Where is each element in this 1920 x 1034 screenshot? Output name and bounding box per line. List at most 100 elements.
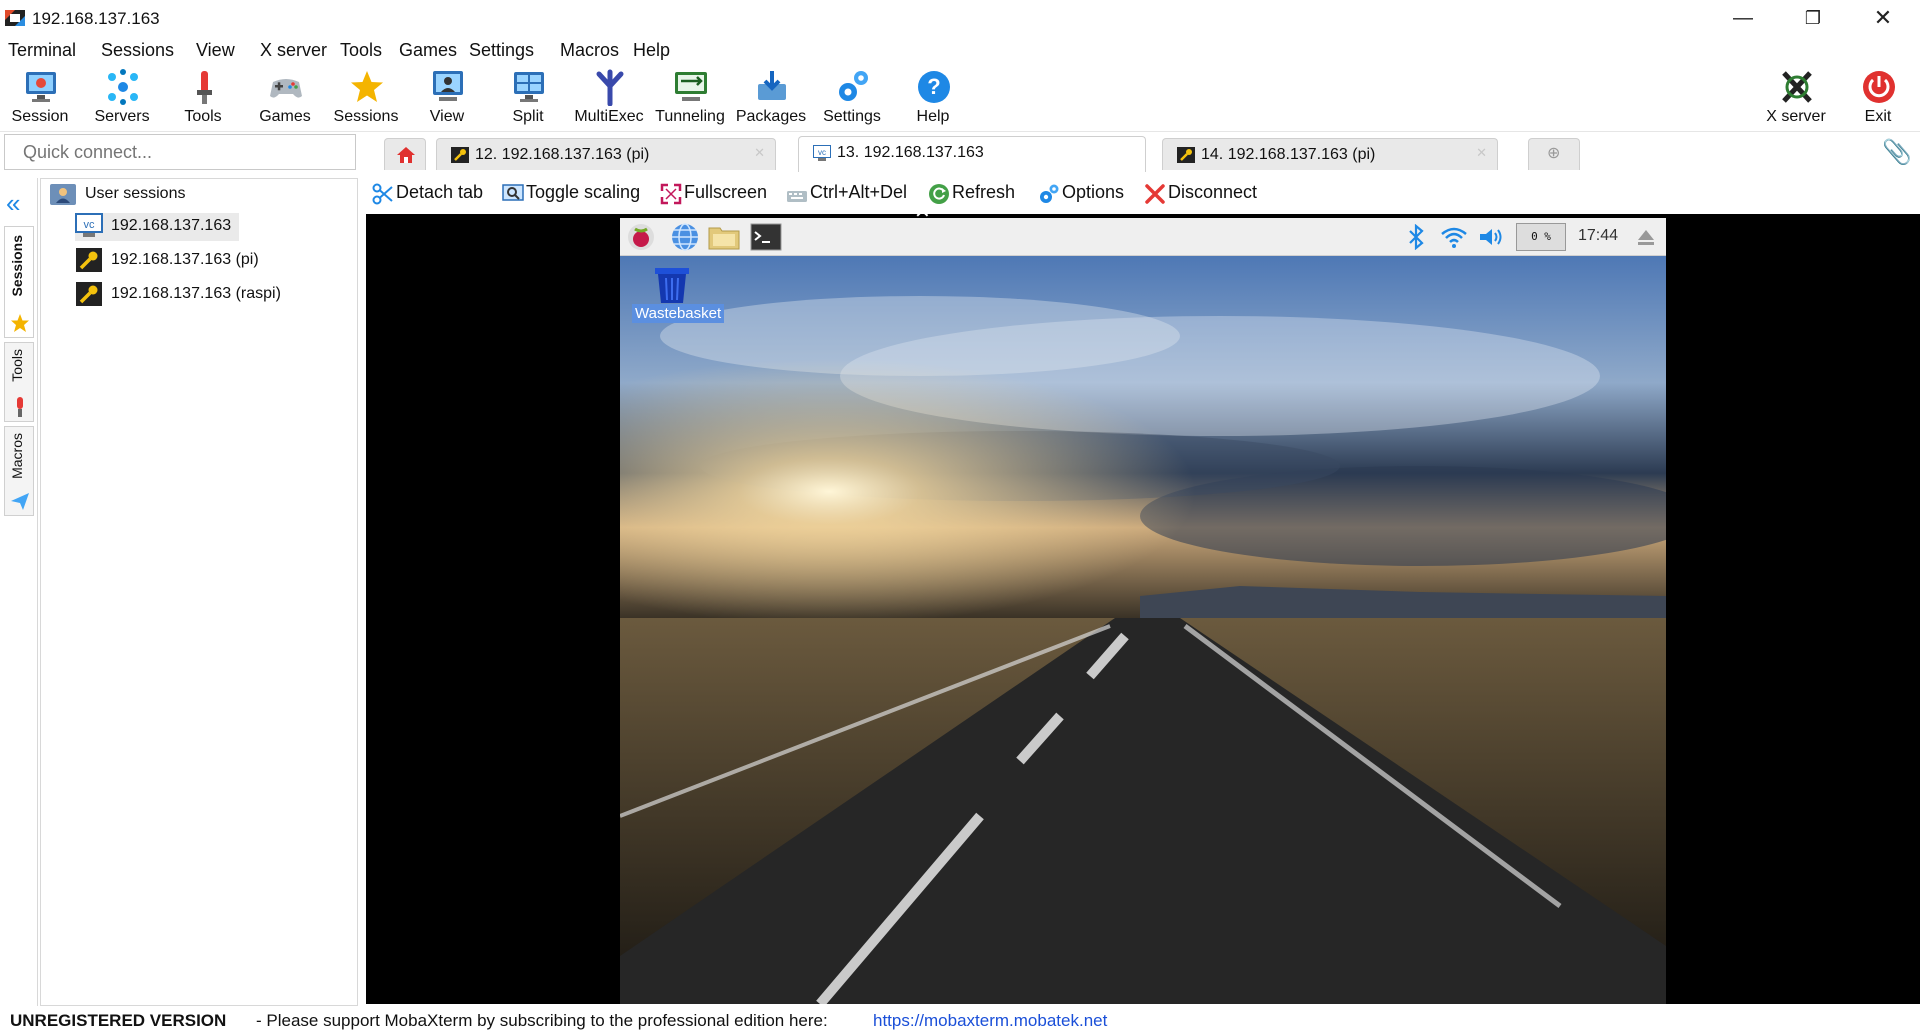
minimize-button[interactable]: — bbox=[1712, 0, 1774, 36]
collapse-panel-icon[interactable]: « bbox=[6, 188, 20, 219]
svg-text:?: ? bbox=[927, 74, 940, 99]
tab-session-12[interactable]: 12. 192.168.137.163 (pi) ✕ bbox=[436, 138, 776, 170]
side-tab-tools[interactable]: Tools bbox=[4, 342, 34, 422]
help-icon: ? bbox=[918, 71, 950, 103]
remote-viewport[interactable]: ✕ 0 % 17:44 Wastebasket bbox=[366, 202, 1920, 1004]
web-browser-icon[interactable] bbox=[670, 222, 700, 252]
servers-button[interactable]: Servers bbox=[82, 66, 162, 130]
x-server-button[interactable]: X server bbox=[1756, 66, 1836, 130]
options-label: Options bbox=[1062, 182, 1125, 202]
tab-session-13[interactable]: vc 13. 192.168.137.163 bbox=[798, 136, 1146, 172]
ssh-key-icon bbox=[451, 147, 469, 163]
session-button[interactable]: Session bbox=[0, 66, 80, 130]
tree-root-label: User sessions bbox=[85, 185, 186, 202]
disconnect-x-icon bbox=[1145, 184, 1165, 204]
tools-icon bbox=[17, 397, 23, 417]
exit-label: Exit bbox=[1864, 108, 1892, 125]
split-button[interactable]: Split bbox=[488, 66, 568, 130]
close-icon: ✕ bbox=[1873, 5, 1893, 30]
cpu-monitor: 0 % bbox=[1516, 223, 1566, 251]
refresh-icon bbox=[929, 184, 949, 204]
bluetooth-icon[interactable] bbox=[1406, 224, 1426, 250]
servers-network-icon bbox=[108, 69, 138, 105]
scaling-magnifier-icon bbox=[502, 184, 524, 201]
vnc-icon: vc bbox=[75, 213, 103, 237]
tunneling-button[interactable]: Tunneling bbox=[650, 66, 730, 130]
tab-close-icon[interactable]: ✕ bbox=[1476, 145, 1487, 161]
menu-x-server[interactable]: X server bbox=[260, 40, 327, 61]
side-tab-sessions[interactable]: Sessions bbox=[4, 226, 34, 338]
raspberry-menu-icon[interactable] bbox=[626, 222, 656, 252]
status-bar: UNREGISTERED VERSION - Please support Mo… bbox=[0, 1006, 1920, 1034]
tab-bar: 12. 192.168.137.163 (pi) ✕ vc 13. 192.16… bbox=[362, 134, 1920, 172]
gamepad-icon bbox=[270, 79, 302, 98]
ssh-key-icon bbox=[76, 248, 102, 272]
paper-plane-icon bbox=[11, 493, 29, 510]
remote-taskbar: 0 % 17:44 bbox=[620, 218, 1666, 256]
volume-icon[interactable] bbox=[1478, 226, 1504, 248]
restore-button[interactable]: ❐ bbox=[1782, 0, 1844, 36]
tab-close-icon[interactable]: ✕ bbox=[754, 145, 765, 161]
clock: 17:44 bbox=[1578, 227, 1619, 244]
svg-text:vc: vc bbox=[818, 148, 826, 157]
fullscreen-label: Fullscreen bbox=[684, 182, 768, 202]
remote-desktop[interactable]: 0 % 17:44 Wastebasket bbox=[620, 218, 1666, 1004]
home-tab[interactable] bbox=[384, 138, 426, 170]
tunneling-icon bbox=[675, 72, 707, 101]
session-tree: User sessions vc 192.168.137.163 192.168… bbox=[40, 178, 358, 1006]
help-button[interactable]: ? Help bbox=[893, 66, 973, 130]
menu-help[interactable]: Help bbox=[633, 40, 670, 61]
desktop-wallpaper[interactable]: Wastebasket bbox=[620, 256, 1666, 1004]
tools-button[interactable]: Tools bbox=[163, 66, 243, 130]
support-text: - Please support MobaXterm by subscribin… bbox=[256, 1011, 828, 1030]
side-tab-label: Macros bbox=[9, 433, 25, 479]
x-server-icon bbox=[1782, 71, 1812, 103]
mobatek-link[interactable]: https://mobaxterm.mobatek.net bbox=[873, 1011, 1107, 1031]
ctrl-alt-del-label: Ctrl+Alt+Del bbox=[810, 182, 908, 202]
ssh-key-icon bbox=[1177, 147, 1195, 163]
wifi-icon[interactable] bbox=[1440, 225, 1468, 249]
gears-icon bbox=[839, 71, 868, 101]
star-icon bbox=[351, 71, 383, 102]
tree-item-vnc[interactable]: vc 192.168.137.163 bbox=[75, 213, 239, 241]
wastebasket-desktop-icon[interactable]: Wastebasket bbox=[630, 266, 725, 323]
menu-settings[interactable]: Settings bbox=[469, 40, 534, 61]
multiexec-fork-icon bbox=[596, 69, 624, 106]
view-icon bbox=[433, 71, 463, 101]
packages-download-icon bbox=[758, 71, 786, 100]
home-icon bbox=[397, 147, 415, 163]
disconnect-label: Disconnect bbox=[1168, 182, 1258, 202]
packages-button[interactable]: Packages bbox=[731, 66, 811, 130]
side-tab-label: Tools bbox=[9, 349, 25, 382]
close-window-button[interactable]: ✕ bbox=[1852, 0, 1914, 36]
settings-button[interactable]: Settings bbox=[812, 66, 892, 130]
games-button[interactable]: Games bbox=[245, 66, 325, 130]
menu-macros[interactable]: Macros bbox=[560, 40, 619, 61]
unregistered-label: UNREGISTERED VERSION bbox=[10, 1011, 227, 1030]
exit-button[interactable]: Exit bbox=[1838, 66, 1918, 130]
menu-terminal[interactable]: Terminal bbox=[8, 40, 76, 61]
quick-connect-input[interactable] bbox=[4, 134, 356, 170]
svg-text:vc: vc bbox=[84, 219, 96, 231]
file-manager-icon[interactable] bbox=[708, 224, 740, 250]
view-button[interactable]: View bbox=[407, 66, 487, 130]
sessions-button[interactable]: Sessions bbox=[326, 66, 406, 130]
paperclip-icon[interactable]: 📎 bbox=[1882, 138, 1912, 167]
tab-session-14[interactable]: 14. 192.168.137.163 (pi) ✕ bbox=[1162, 138, 1498, 170]
fullscreen-icon bbox=[660, 183, 682, 205]
side-tab-macros[interactable]: Macros bbox=[4, 426, 34, 516]
menu-sessions[interactable]: Sessions bbox=[101, 40, 174, 61]
terminal-icon[interactable] bbox=[750, 223, 782, 251]
power-icon bbox=[1863, 71, 1895, 103]
tab-label: 13. 192.168.137.163 bbox=[837, 144, 984, 161]
menu-games[interactable]: Games bbox=[399, 40, 457, 61]
star-icon bbox=[11, 314, 29, 332]
title-bar: 192.168.137.163 — ❐ ✕ bbox=[0, 0, 1920, 36]
multiexec-button[interactable]: MultiExec bbox=[569, 66, 649, 130]
new-tab-button[interactable]: ⊕ bbox=[1528, 138, 1580, 170]
session-toolbar: Detach tab Toggle scaling Fullscreen Ctr… bbox=[366, 176, 1920, 210]
tools-icon bbox=[197, 71, 212, 104]
eject-icon[interactable] bbox=[1636, 227, 1656, 247]
menu-tools[interactable]: Tools bbox=[340, 40, 382, 61]
menu-view[interactable]: View bbox=[196, 40, 235, 61]
